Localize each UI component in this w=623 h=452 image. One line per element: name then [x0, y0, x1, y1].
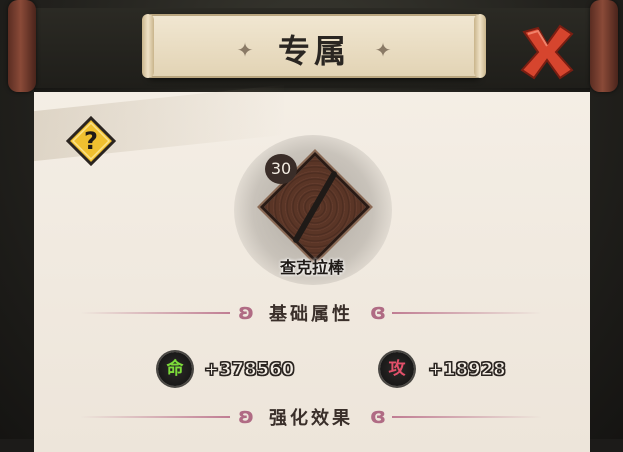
scroll-roller-left	[8, 0, 36, 92]
section-base-attributes: ʚ 基础属性 ɞ	[80, 298, 542, 328]
svg-text:?: ?	[84, 127, 98, 155]
item-name: 查克拉棒	[279, 258, 344, 277]
divider-line	[392, 312, 542, 314]
level-badge: 30	[265, 154, 297, 184]
hp-stat-icon: 命	[158, 352, 192, 386]
help-button[interactable]: ?	[65, 115, 117, 167]
shuriken-icon: ✦	[374, 38, 392, 62]
hp-stat-value: +378560	[203, 359, 295, 381]
scroll-roller-right	[590, 0, 618, 92]
swirl-icon: ɞ	[369, 300, 387, 325]
title-plaque: ✦ 专属 ✦	[142, 14, 486, 78]
swirl-icon: ɞ	[369, 404, 387, 429]
attack-stat-value: +18928	[428, 359, 507, 381]
divider-line	[392, 416, 542, 418]
close-x-icon	[520, 24, 574, 80]
page-title: 专属	[277, 32, 350, 70]
question-mark-icon: ?	[65, 115, 117, 167]
attack-stat-icon: 攻	[380, 352, 414, 386]
close-button[interactable]	[516, 22, 578, 82]
section-enhance-effect: ʚ 强化效果 ɞ	[80, 402, 542, 432]
